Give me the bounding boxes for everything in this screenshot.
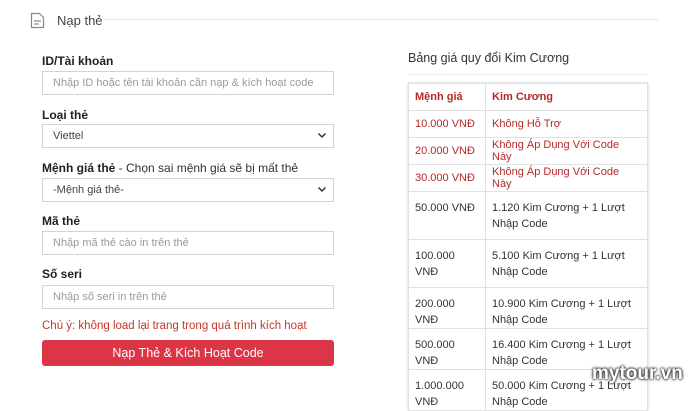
row-denomination: 10.000 VNĐ bbox=[408, 110, 486, 138]
row-diamond: 5.100 Kim Cương + 1 Lượt Nhập Code bbox=[485, 239, 648, 288]
header-diamond: Kim Cương bbox=[485, 83, 648, 111]
denomination-note: - Chọn sai mệnh giá sẽ bị mất thẻ bbox=[115, 161, 299, 175]
row-denomination: 200.000 VNĐ bbox=[408, 287, 486, 329]
card-type-select[interactable]: Viettel bbox=[42, 124, 334, 148]
submit-button[interactable]: Nạp Thẻ & Kích Hoạt Code bbox=[42, 340, 334, 366]
table-row: 50.000 VNĐ 1.120 Kim Cương + 1 Lượt Nhập… bbox=[408, 191, 648, 240]
table-header-row: Mệnh giá Kim Cương bbox=[408, 83, 648, 111]
denomination-select[interactable]: -Mệnh giá thẻ- bbox=[42, 178, 334, 202]
price-table: Mệnh giá Kim Cương 10.000 VNĐ Không Hỗ T… bbox=[408, 83, 648, 411]
section-header: Nạp thẻ bbox=[30, 10, 103, 30]
serial-input[interactable]: Nhập số seri in trên thẻ bbox=[42, 285, 334, 309]
section-title: Nạp thẻ bbox=[57, 12, 103, 28]
account-label: ID/Tài khoản bbox=[42, 54, 114, 68]
card-code-input[interactable]: Nhập mã thẻ cào in trên thẻ bbox=[42, 231, 334, 255]
watermark-logo: mytour.vn bbox=[592, 363, 683, 384]
denomination-value: -Mệnh giá thẻ- bbox=[53, 184, 124, 196]
row-denomination: 30.000 VNĐ bbox=[408, 164, 486, 192]
table-row: 200.000 VNĐ 10.900 Kim Cương + 1 Lượt Nh… bbox=[408, 287, 648, 329]
row-diamond: Không Hỗ Trợ bbox=[485, 110, 648, 138]
row-diamond: Không Áp Dụng Với Code Này bbox=[485, 137, 648, 165]
table-row: 20.000 VNĐ Không Áp Dụng Với Code Này bbox=[408, 137, 648, 165]
denomination-label-text: Mệnh giá thẻ bbox=[42, 161, 116, 175]
row-diamond: 1.120 Kim Cương + 1 Lượt Nhập Code bbox=[485, 191, 648, 240]
table-divider bbox=[408, 74, 648, 75]
row-denomination: 500.000 VNĐ bbox=[408, 328, 486, 370]
chevron-down-icon bbox=[317, 186, 327, 193]
row-diamond: Không Áp Dụng Với Code Này bbox=[485, 164, 648, 192]
table-row: 100.000 VNĐ 5.100 Kim Cương + 1 Lượt Nhậ… bbox=[408, 239, 648, 288]
price-table-title: Bảng giá quy đổi Kim Cương bbox=[408, 51, 570, 65]
header-denomination: Mệnh giá bbox=[408, 83, 486, 111]
card-type-label: Loại thẻ bbox=[42, 108, 89, 122]
document-icon bbox=[30, 12, 45, 28]
row-denomination: 1.000.000 VNĐ bbox=[408, 369, 486, 411]
warning-text: Chú ý: không load lại trang trong quá tr… bbox=[42, 320, 307, 332]
account-input[interactable]: Nhập ID hoặc tên tài khoản cần nạp & kíc… bbox=[42, 71, 334, 95]
card-code-label: Mã thẻ bbox=[42, 214, 81, 228]
serial-label: Số seri bbox=[42, 267, 83, 281]
row-denomination: 100.000 VNĐ bbox=[408, 239, 486, 288]
row-denomination: 50.000 VNĐ bbox=[408, 191, 486, 240]
row-denomination: 20.000 VNĐ bbox=[408, 137, 486, 165]
table-row: 30.000 VNĐ Không Áp Dụng Với Code Này bbox=[408, 164, 648, 192]
row-diamond: 10.900 Kim Cương + 1 Lượt Nhập Code bbox=[485, 287, 648, 329]
card-type-value: Viettel bbox=[53, 130, 84, 142]
table-row: 10.000 VNĐ Không Hỗ Trợ bbox=[408, 110, 648, 138]
header-divider bbox=[104, 19, 658, 20]
denomination-label: Mệnh giá thẻ - Chọn sai mệnh giá sẽ bị m… bbox=[42, 161, 298, 175]
chevron-down-icon bbox=[317, 132, 327, 139]
